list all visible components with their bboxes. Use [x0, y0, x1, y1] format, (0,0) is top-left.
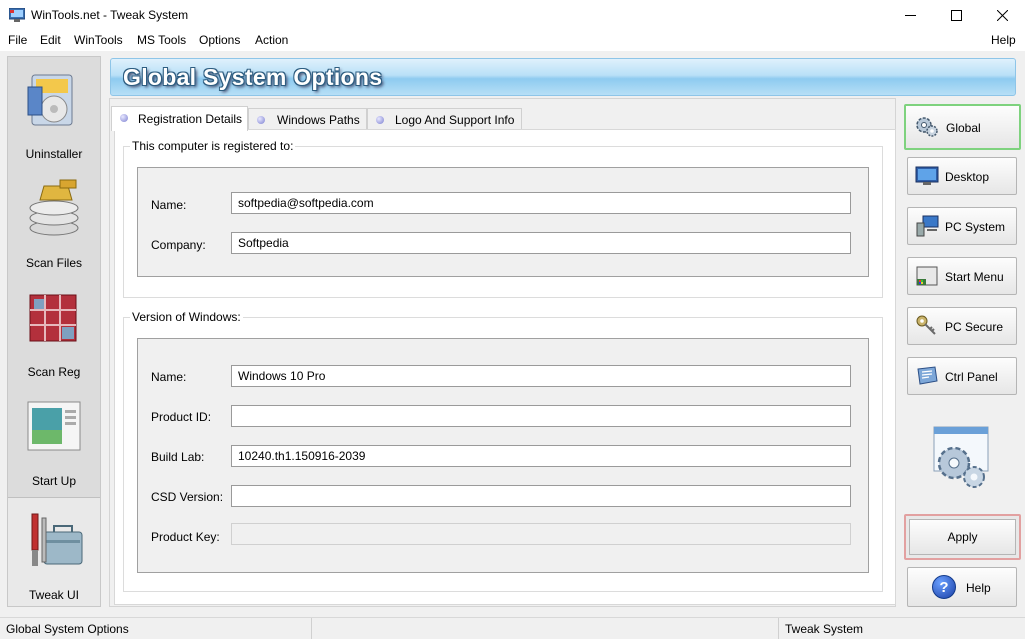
status-right: Tweak System: [785, 622, 864, 636]
reg-company-field[interactable]: Softpedia: [231, 232, 851, 254]
page-header: Global System Options: [110, 58, 1016, 96]
control-panel-icon: [917, 366, 938, 385]
pc-secure-button-label: PC Secure: [945, 320, 1004, 334]
tab-windows-paths[interactable]: Windows Paths: [248, 108, 367, 130]
tab-logo-support[interactable]: Logo And Support Info: [367, 108, 522, 130]
nav-start-up-label: Start Up: [31, 474, 76, 488]
start-menu-button[interactable]: Start Menu: [907, 257, 1017, 295]
close-icon: [996, 9, 1008, 21]
apply-button-label: Apply: [947, 530, 978, 544]
menu-ms-tools[interactable]: MS Tools: [137, 33, 186, 47]
maximize-icon: [950, 9, 962, 21]
reg-name-field[interactable]: softpedia@softpedia.com: [231, 192, 851, 214]
nav-scan-files-label: Scan Files: [25, 256, 83, 270]
menu-bar: File Edit WinTools MS Tools Options Acti…: [0, 30, 1025, 51]
menu-file[interactable]: File: [8, 33, 27, 47]
pc-secure-button[interactable]: PC Secure: [907, 307, 1017, 345]
gears-icon: [916, 117, 938, 137]
monitor-icon: [915, 166, 939, 185]
tab-bullet-icon: [257, 116, 265, 124]
tab-windows-paths-label: Windows Paths: [277, 113, 360, 127]
menu-options[interactable]: Options: [199, 33, 240, 47]
nav-uninstaller[interactable]: Uninstaller: [8, 57, 100, 166]
registration-fields-box: [137, 167, 869, 277]
ver-csd-label: CSD Version:: [151, 490, 224, 504]
window-title: WinTools.net - Tweak System: [31, 8, 189, 22]
start-menu-icon: [916, 266, 938, 286]
menu-wintools[interactable]: WinTools: [74, 33, 123, 47]
reg-name-label: Name:: [151, 198, 187, 212]
global-button-label: Global: [946, 121, 981, 135]
reg-company-label: Company:: [151, 238, 206, 252]
pc-system-button-label: PC System: [945, 220, 1006, 234]
scan-files-icon: [29, 179, 79, 236]
status-bar: Global System Options Tweak System: [0, 617, 1025, 639]
nav-scan-reg-label: Scan Reg: [27, 365, 81, 379]
nav-scan-files[interactable]: Scan Files: [8, 166, 100, 275]
ver-product-id-field[interactable]: [231, 405, 851, 427]
tab-bullet-icon: [120, 114, 128, 122]
desktop-button[interactable]: Desktop: [907, 157, 1017, 195]
left-nav: Uninstaller Scan Files Scan Reg Start Up…: [7, 56, 101, 607]
registration-group-title: This computer is registered to:: [130, 139, 296, 153]
tab-logo-support-label: Logo And Support Info: [395, 113, 515, 127]
ver-build-lab-label: Build Lab:: [151, 450, 205, 464]
desktop-button-label: Desktop: [945, 170, 990, 184]
close-button[interactable]: [979, 0, 1025, 30]
nav-uninstaller-label: Uninstaller: [25, 147, 83, 161]
start-menu-button-label: Start Menu: [945, 270, 1004, 284]
help-button[interactable]: ? Help: [907, 567, 1017, 607]
tweak-ui-icon: [31, 513, 83, 566]
menu-edit[interactable]: Edit: [40, 33, 61, 47]
status-middle: [312, 618, 779, 639]
help-icon: ?: [932, 575, 956, 599]
nav-tweak-ui[interactable]: Tweak UI: [8, 497, 100, 606]
menu-action[interactable]: Action: [255, 33, 288, 47]
ctrl-panel-button-label: Ctrl Panel: [945, 370, 998, 384]
ver-product-id-label: Product ID:: [151, 410, 212, 424]
ver-name-label: Name:: [151, 370, 187, 384]
scan-reg-icon: [29, 294, 77, 342]
pc-system-icon: [916, 215, 939, 237]
help-button-label: Help: [966, 581, 991, 595]
settings-window-gear-icon: [933, 426, 989, 488]
apply-button[interactable]: Apply: [904, 514, 1021, 560]
tab-registration-details-label: Registration Details: [138, 112, 243, 126]
nav-scan-reg[interactable]: Scan Reg: [8, 275, 100, 384]
ctrl-panel-button[interactable]: Ctrl Panel: [907, 357, 1017, 395]
title-bar: WinTools.net - Tweak System: [0, 0, 1025, 30]
startup-icon: [27, 401, 81, 451]
nav-tweak-ui-label: Tweak UI: [28, 588, 79, 602]
minimize-button[interactable]: [887, 0, 933, 30]
keys-icon: [916, 315, 936, 335]
global-button[interactable]: Global: [904, 104, 1021, 150]
ver-product-key-field: [231, 523, 851, 545]
tab-bullet-icon: [376, 116, 384, 124]
uninstaller-icon: [27, 74, 73, 126]
minimize-icon: [904, 15, 916, 16]
ver-name-field[interactable]: Windows 10 Pro: [231, 365, 851, 387]
ver-csd-field[interactable]: [231, 485, 851, 507]
nav-start-up[interactable]: Start Up: [8, 384, 100, 493]
app-icon: [9, 8, 25, 22]
menu-help[interactable]: Help: [991, 33, 1016, 47]
version-group-title: Version of Windows:: [130, 310, 243, 324]
ver-build-lab-field[interactable]: 10240.th1.150916-2039: [231, 445, 851, 467]
tab-registration-details[interactable]: Registration Details: [111, 106, 248, 131]
status-left: Global System Options: [0, 618, 312, 639]
page-title: Global System Options: [123, 64, 383, 90]
maximize-button[interactable]: [933, 0, 979, 30]
ver-product-key-label: Product Key:: [151, 530, 220, 544]
pc-system-button[interactable]: PC System: [907, 207, 1017, 245]
